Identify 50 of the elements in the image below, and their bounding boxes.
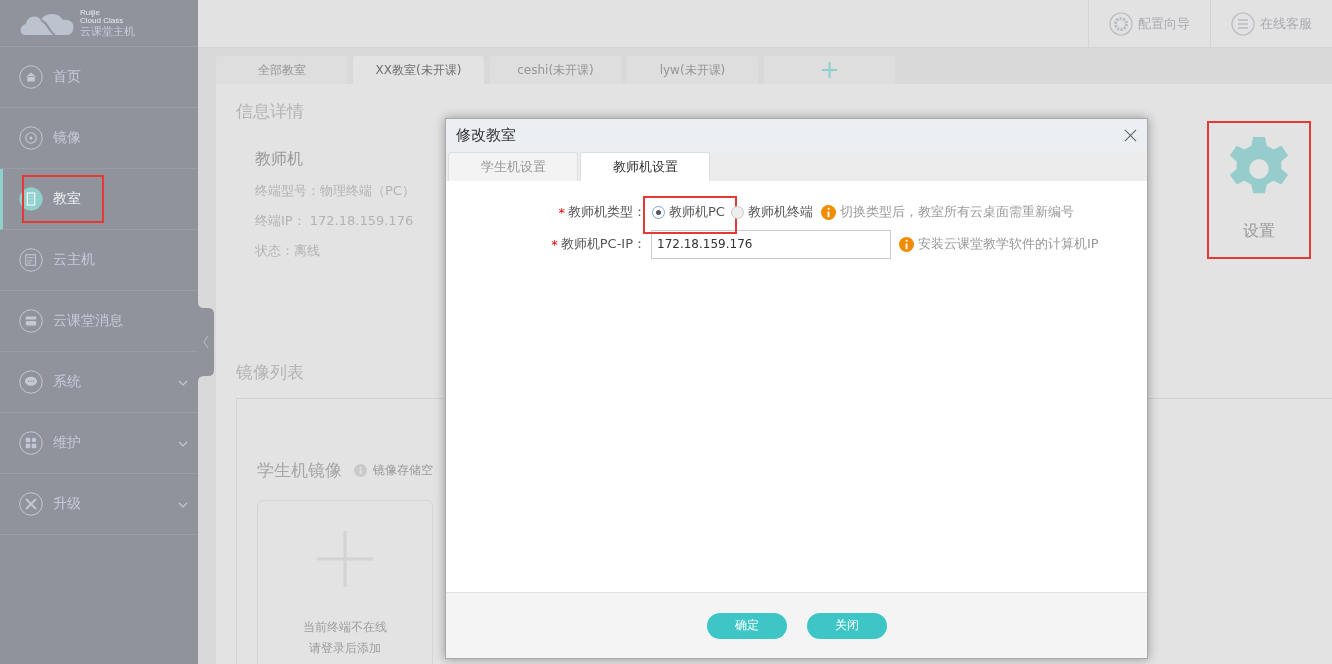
radio-button[interactable]: [730, 205, 744, 219]
nav-icon: [19, 431, 43, 455]
tab[interactable]: 全部教室: [216, 56, 347, 84]
card-text: 当前终端不在线: [303, 619, 387, 636]
tab[interactable]: XX教室(未开课): [353, 56, 484, 84]
required-mark: *: [551, 236, 558, 252]
logo-subtitle: Ruijie: [80, 9, 100, 17]
sidebar-item[interactable]: 升级: [0, 474, 198, 535]
dialog-button[interactable]: 确定: [706, 612, 787, 639]
logo-subtitle: Cloud Class: [80, 17, 125, 25]
add-image-card[interactable]: 当前终端不在线 请登录后添加: [257, 500, 433, 664]
input-field[interactable]: 172.18.159.176: [651, 229, 891, 259]
nav-icon: [19, 65, 43, 89]
section-title: 学生机镜像: [257, 459, 342, 482]
settings-tile[interactable]: 设置: [1207, 121, 1311, 259]
field-label: 教师机PC-IP：: [560, 235, 646, 253]
sidebar-item[interactable]: 教室: [0, 169, 198, 230]
card-text: 请登录后添加: [309, 640, 381, 657]
dialog-button[interactable]: 关闭: [806, 612, 887, 639]
nav-icon: [19, 248, 43, 272]
hint-text: 安装云课堂教学软件的计算机IP: [918, 235, 1099, 253]
info-icon: [820, 204, 836, 220]
tab[interactable]: ceshi(未开课): [490, 56, 621, 84]
close-icon[interactable]: [1124, 128, 1137, 142]
info-icon: [899, 236, 914, 252]
nav-icon: [19, 187, 43, 211]
settings-icon: [1109, 11, 1133, 36]
hint-text: 切换类型后，教室所有云桌面需重新编号: [839, 203, 1074, 221]
radio-button[interactable]: [652, 205, 665, 219]
dialog-title: 修改教室: [456, 125, 516, 145]
info-icon: [354, 464, 367, 477]
menu-icon: [1231, 11, 1255, 36]
tab[interactable]: +: [764, 56, 895, 84]
tab[interactable]: lyw(未开课): [627, 56, 758, 84]
sidebar-item[interactable]: 首页: [0, 47, 198, 108]
nav-icon: [19, 492, 43, 516]
nav-icon: [19, 126, 43, 150]
device-title: 教师机: [255, 149, 304, 170]
note-text: 镜像存储空: [373, 462, 433, 479]
sidebar-item[interactable]: 镜像: [0, 108, 198, 169]
radio-label[interactable]: 教师机PC: [669, 203, 725, 221]
radio-label[interactable]: 教师机终端: [747, 203, 813, 221]
tab[interactable]: 学生机设置: [448, 152, 578, 181]
nav-icon: [19, 309, 43, 333]
field-label: 教师机类型：: [568, 203, 646, 221]
sidebar-item[interactable]: 系统: [0, 352, 198, 413]
collapse-handle[interactable]: [198, 302, 214, 382]
nav-icon: [19, 370, 43, 394]
required-mark: *: [558, 204, 565, 220]
tab[interactable]: 教师机设置: [580, 152, 710, 181]
